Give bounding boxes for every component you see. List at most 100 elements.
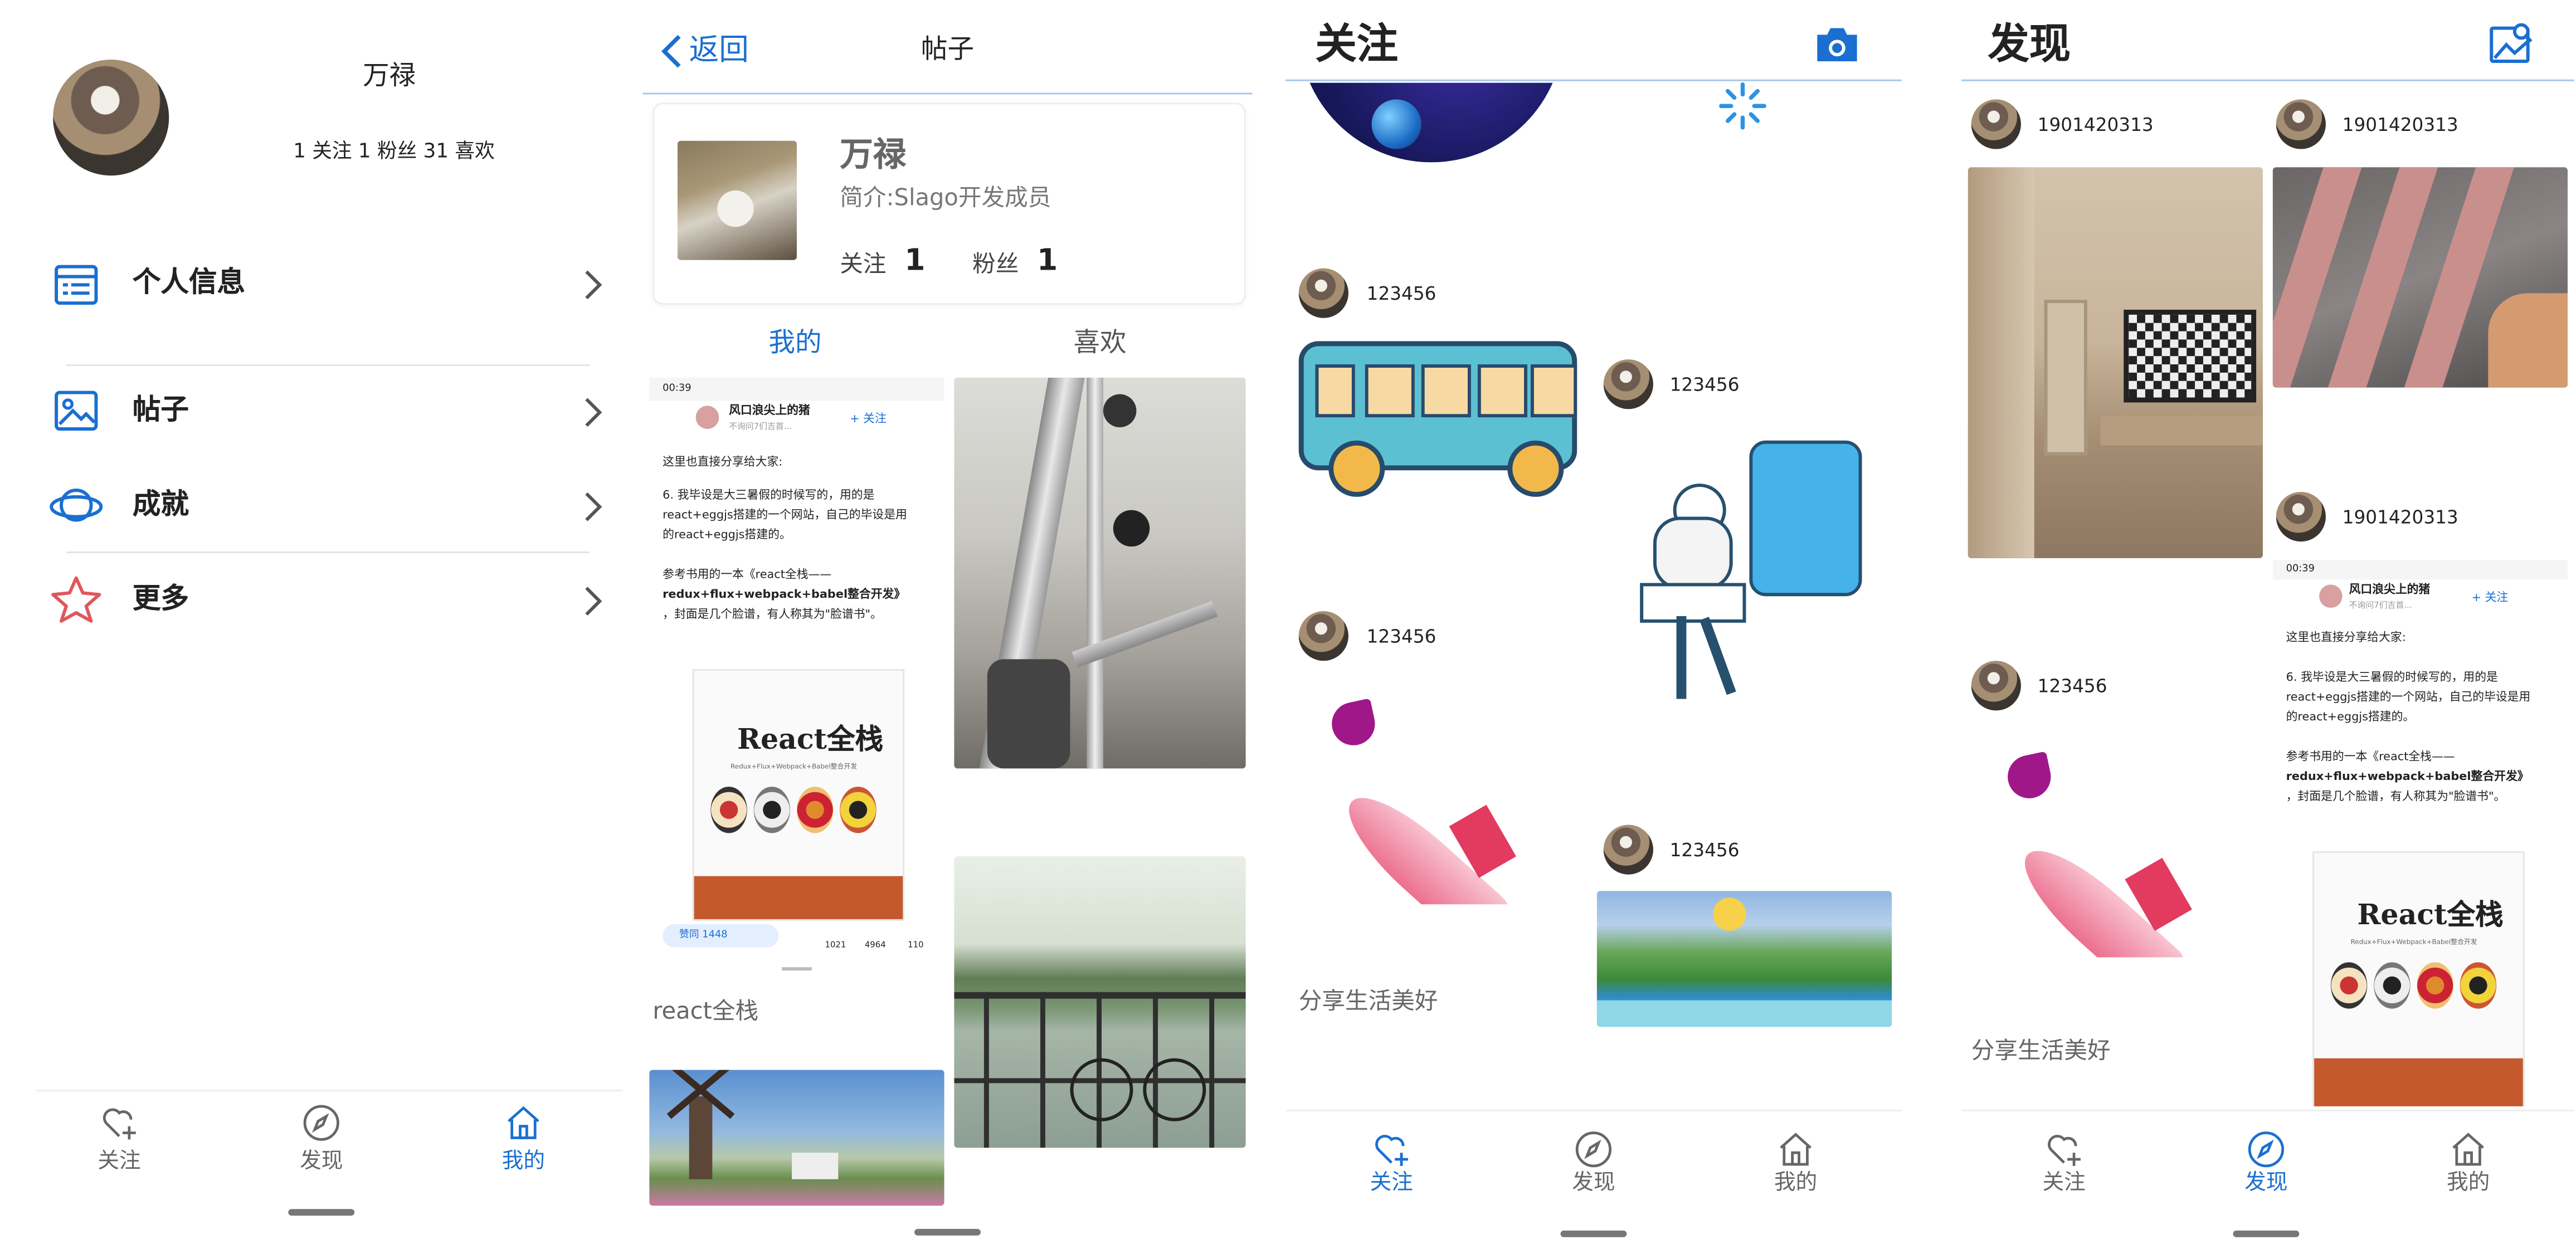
home-icon — [504, 1103, 543, 1143]
page-title: 关注 — [1315, 19, 1399, 68]
post-image-bus[interactable] — [1296, 338, 1587, 497]
post-line: 的react+eggjs搭建的。 — [663, 528, 791, 542]
home-indicator — [1560, 1230, 1627, 1237]
tab-discover[interactable]: 发现 — [2217, 1126, 2316, 1206]
avatar[interactable] — [2276, 491, 2326, 542]
avatar[interactable] — [1971, 99, 2021, 149]
book-cover: React全栈 Redux+Flux+Webpack+Babel整合开发 — [692, 669, 905, 921]
favorite-count: 4964 — [864, 940, 886, 951]
post-username[interactable]: 1901420313 — [2343, 116, 2458, 134]
header-divider — [642, 92, 1253, 95]
post-author-sub: 不询问7们吉首... — [729, 422, 792, 432]
tabbar-divider — [1285, 1109, 1902, 1111]
post-image-screenshot[interactable]: 00:39 风口浪尖上的猪 不询问7们吉首... + 关注 这里也直接分享给大家… — [649, 377, 944, 971]
post-image-illustration[interactable] — [1627, 434, 1865, 709]
post-line: 参考书用的一本《react全栈—— — [2286, 750, 2455, 764]
header-divider — [1285, 79, 1902, 81]
tab-mine-posts[interactable]: 我的 — [768, 329, 821, 357]
post-image-space[interactable] — [1298, 82, 1564, 163]
tab-discover[interactable]: 发现 — [1544, 1126, 1643, 1206]
tab-follow[interactable]: 关注 — [2014, 1126, 2114, 1206]
post-image-crosswalk[interactable] — [2272, 167, 2568, 388]
user-card-name: 万禄 — [840, 134, 907, 174]
menu-item-more[interactable]: 更多 — [36, 567, 622, 640]
menu-item-achievements[interactable]: 成就 — [36, 472, 622, 545]
heart-plus-icon — [2044, 1130, 2084, 1169]
back-button[interactable]: 返回 — [659, 30, 775, 73]
home-indicator — [914, 1228, 981, 1236]
back-label: 返回 — [689, 33, 749, 68]
post-image-stairs[interactable] — [954, 377, 1246, 769]
tab-mine[interactable]: 我的 — [2418, 1126, 2517, 1206]
post-line: react+eggjs搭建的一个网站，自己的毕设是用 — [663, 508, 907, 522]
tab-label: 关注 — [98, 1149, 141, 1174]
post-username[interactable]: 1901420313 — [2038, 116, 2154, 134]
avatar[interactable] — [1298, 611, 1348, 661]
chevron-right-icon — [583, 490, 603, 523]
compass-icon — [2246, 1130, 2286, 1169]
post-username[interactable]: 123456 — [1670, 376, 1740, 394]
avatar[interactable] — [1298, 268, 1348, 318]
chevron-right-icon — [583, 396, 603, 429]
post-line: 6. 我毕设是大三暑假的时候写的，用的是 — [2286, 671, 2498, 684]
menu-label: 成就 — [132, 489, 189, 522]
post-image-room[interactable] — [1968, 167, 2263, 558]
tab-follow[interactable]: 关注 — [1342, 1126, 1441, 1206]
tabbar-divider — [1961, 1109, 2574, 1111]
tab-label: 发现 — [300, 1149, 343, 1174]
post-username[interactable]: 123456 — [1367, 285, 1436, 303]
post-author: 风口浪尖上的猪 — [2349, 583, 2431, 597]
discover-screen: 发现 1901420313 1901420313 1901420313 00:3… — [1961, 0, 2574, 1244]
scroll-indicator — [782, 967, 812, 971]
followers-label: 粉丝 — [972, 251, 1019, 279]
post-caption: 分享生活美好 — [1971, 1038, 2111, 1065]
tab-mine[interactable]: 我的 — [474, 1100, 573, 1179]
tab-label: 关注 — [2042, 1170, 2086, 1196]
home-indicator — [2233, 1230, 2300, 1237]
post-image-landscape[interactable] — [1596, 891, 1892, 1027]
home-icon — [2448, 1130, 2488, 1169]
heart-plus-icon — [99, 1103, 139, 1143]
profile-card-icon — [53, 262, 99, 308]
avatar[interactable] — [1971, 661, 2021, 711]
post-line: 参考书用的一本《react全栈—— — [663, 568, 832, 582]
menu-item-posts[interactable]: 帖子 — [36, 378, 622, 451]
post-line: ，封面是几个脸谱，有人称其为"脸谱书"。 — [663, 608, 882, 621]
menu-label: 个人信息 — [132, 266, 245, 300]
menu-label: 帖子 — [132, 394, 189, 428]
star-icon — [50, 573, 103, 626]
menu-item-profile-info[interactable]: 个人信息 — [36, 248, 622, 328]
following-count: 1 — [904, 243, 926, 279]
post-username[interactable]: 123456 — [2038, 677, 2107, 696]
post-username[interactable]: 123456 — [1670, 841, 1740, 860]
tab-liked-posts[interactable]: 喜欢 — [1073, 329, 1126, 357]
avatar[interactable] — [53, 60, 169, 176]
camera-icon[interactable] — [1812, 23, 1862, 66]
avatar[interactable] — [1603, 359, 1653, 409]
post-line: ，封面是几个脸谱，有人称其为"脸谱书"。 — [2286, 790, 2506, 803]
tab-mine[interactable]: 我的 — [1746, 1126, 1845, 1206]
post-line: 这里也直接分享给大家: — [663, 455, 783, 469]
post-image-windmill[interactable] — [649, 1070, 944, 1206]
tab-label: 我的 — [501, 1149, 546, 1174]
tab-label: 发现 — [2244, 1170, 2288, 1196]
chevron-right-icon — [583, 269, 603, 301]
post-author: 风口浪尖上的猪 — [729, 404, 810, 418]
post-line: 的react+eggjs搭建的。 — [2286, 710, 2415, 724]
avatar[interactable] — [1603, 825, 1653, 875]
posts-screen: 返回 帖子 万禄 简介:Slago开发成员 关注 1 粉丝 1 我的 喜欢 00… — [642, 0, 1253, 1244]
post-author-sub: 不询问7们吉首... — [2349, 601, 2412, 612]
post-image-lake[interactable] — [954, 856, 1246, 1148]
post-username[interactable]: 123456 — [1367, 628, 1436, 646]
post-username[interactable]: 1901420313 — [2343, 509, 2458, 527]
book-title: React全栈 — [2357, 899, 2504, 933]
avatar[interactable] — [2276, 99, 2326, 149]
post-image-rocket[interactable] — [1318, 696, 1521, 905]
tab-discover[interactable]: 发现 — [272, 1100, 371, 1179]
book-subtitle: Redux+Flux+Webpack+Babel整合开发 — [2350, 937, 2477, 946]
post-image-rocket[interactable] — [1994, 749, 2197, 958]
tabbar-divider — [36, 1090, 623, 1092]
image-search-icon[interactable] — [2488, 20, 2534, 66]
post-image-screenshot[interactable]: 00:39 风口浪尖上的猪 不询问7们吉首... + 关注 这里也直接分享给大家… — [2272, 559, 2568, 1106]
tab-follow[interactable]: 关注 — [70, 1100, 169, 1179]
